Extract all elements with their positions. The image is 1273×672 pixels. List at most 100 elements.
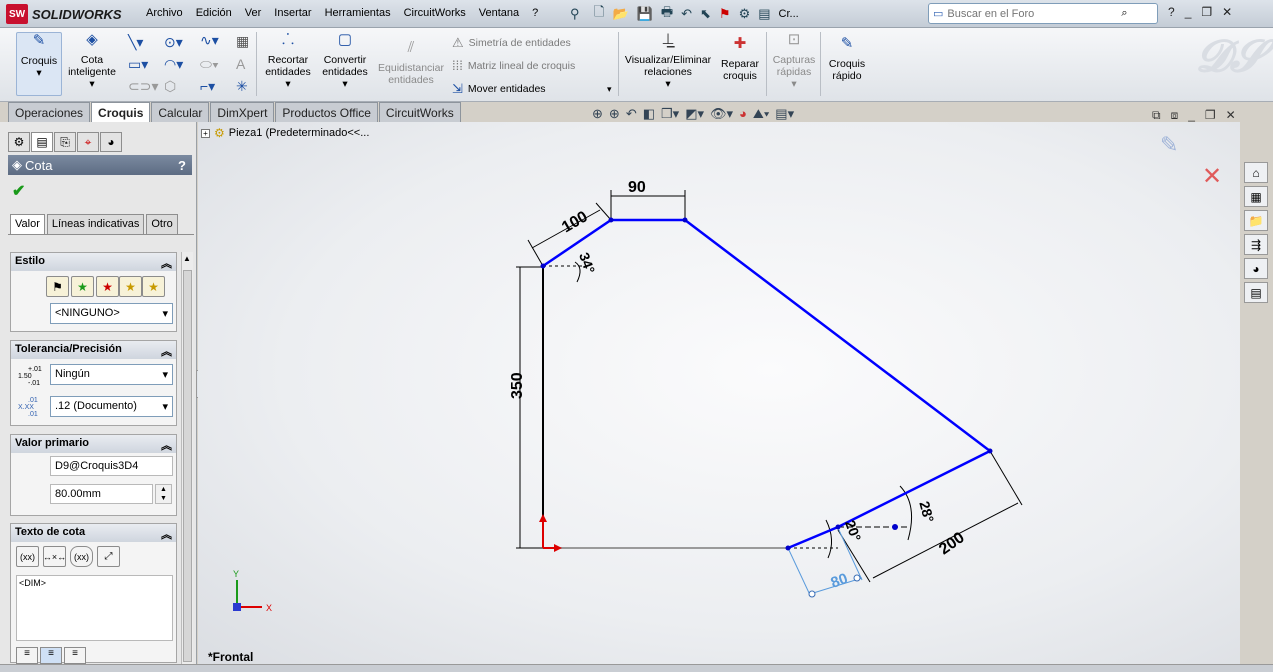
matriz-button[interactable]: ⁞⁞⁞ Matriz lineal de croquis bbox=[452, 58, 575, 73]
load-style-icon[interactable]: ★ bbox=[142, 276, 165, 297]
feature-manager-icon[interactable]: ⚙ bbox=[8, 132, 30, 152]
line-icon[interactable]: ╲▾ bbox=[128, 34, 143, 51]
select-icon[interactable]: ⬉ bbox=[700, 6, 711, 22]
restore-icon[interactable]: ❐ bbox=[1201, 5, 1212, 19]
precision-select[interactable]: .12 (Documento) ▾ bbox=[50, 396, 173, 417]
scene-icon[interactable]: ⛰▾ bbox=[753, 106, 769, 122]
simetria-button[interactable]: ⚠ Simetría de entidades bbox=[452, 35, 571, 51]
dim-20-deg[interactable]: 20° bbox=[842, 518, 864, 543]
custom-properties-icon[interactable]: ▤ bbox=[1244, 282, 1268, 303]
doc-restore-icon[interactable]: ❐ bbox=[1205, 108, 1216, 123]
tolerance-select[interactable]: Ningún ▾ bbox=[50, 364, 173, 385]
polygon-icon[interactable]: ⬡ bbox=[164, 78, 176, 95]
collapse-icon[interactable]: ︽ bbox=[161, 526, 172, 541]
apply-default-style-icon[interactable]: ⚑ bbox=[46, 276, 69, 297]
convertir-button[interactable]: ▢ Convertir entidades ▾ bbox=[318, 32, 372, 90]
parentheses-button[interactable]: (xx) bbox=[16, 546, 39, 567]
display-manager-icon[interactable]: ◕ bbox=[100, 132, 122, 152]
view-settings-icon[interactable]: ▤▾ bbox=[775, 106, 794, 122]
ellipse-icon[interactable]: ⬭▾ bbox=[200, 56, 219, 73]
view-orientation-icon[interactable]: ❒▾ bbox=[661, 106, 679, 122]
style-select[interactable]: <NINGUNO> ▾ bbox=[50, 303, 173, 324]
mover-dropdown-icon[interactable]: ▾ bbox=[607, 84, 612, 95]
close-icon[interactable]: ✕ bbox=[1222, 5, 1232, 19]
menu-help[interactable]: ? bbox=[532, 7, 538, 19]
text-icon[interactable]: A bbox=[236, 56, 245, 72]
sketch-blue-lines[interactable] bbox=[542, 218, 993, 550]
align-right-icon[interactable]: ≡ bbox=[64, 647, 86, 664]
undo-icon[interactable]: ↶ bbox=[681, 6, 692, 22]
add-style-icon[interactable]: ★ bbox=[71, 276, 94, 297]
pin-icon[interactable]: ⚲ bbox=[570, 4, 580, 24]
doc-minimize-icon[interactable]: _ bbox=[1188, 108, 1195, 123]
fillet-icon[interactable]: ⌐▾ bbox=[200, 78, 215, 95]
dim-350[interactable]: 350 bbox=[509, 372, 526, 399]
new-document-icon[interactable]: 🗋 bbox=[594, 3, 604, 25]
collapse-icon[interactable]: ︽ bbox=[161, 437, 172, 452]
print-icon[interactable]: 🖶 bbox=[661, 3, 673, 25]
spline-icon[interactable]: ∿▾ bbox=[200, 32, 219, 49]
design-library-icon[interactable]: ▦ bbox=[1244, 186, 1268, 207]
tab-otro[interactable]: Otro bbox=[146, 214, 178, 234]
mover-button[interactable]: ⇲ Mover entidades bbox=[452, 81, 546, 97]
dim-80-selected[interactable]: 80 bbox=[829, 570, 850, 592]
ok-check-icon[interactable]: ✔ bbox=[12, 181, 25, 201]
cota-inteligente-button[interactable]: ◈ Cota inteligente ▾ bbox=[66, 32, 118, 90]
rebuild-icon[interactable]: ⚑ bbox=[719, 6, 731, 22]
tab-lineas-indicativas[interactable]: Líneas indicativas bbox=[46, 214, 145, 234]
zoom-to-fit-icon[interactable]: ⊕ bbox=[592, 106, 603, 122]
minimize-icon[interactable]: _ bbox=[1185, 5, 1192, 19]
point-icon[interactable]: ✳ bbox=[236, 78, 248, 95]
tab-calcular[interactable]: Calcular bbox=[151, 102, 210, 122]
visualizar-relaciones-button[interactable]: ⊥̲ Visualizar/Eliminar relaciones ▾ bbox=[624, 32, 712, 90]
dim-28-deg[interactable]: 28° bbox=[916, 499, 937, 524]
arc-icon[interactable]: ◠▾ bbox=[164, 56, 183, 73]
tile-icon[interactable]: ⧉ bbox=[1152, 108, 1161, 123]
quick-label[interactable]: Cr... bbox=[779, 8, 799, 20]
menu-herramientas[interactable]: Herramientas bbox=[325, 7, 391, 19]
menu-ver[interactable]: Ver bbox=[245, 7, 262, 19]
section-view-icon[interactable]: ◧ bbox=[643, 106, 655, 122]
options-icon[interactable]: ⚙ bbox=[739, 6, 751, 22]
menu-edicion[interactable]: Edición bbox=[196, 7, 232, 19]
equidistanciar-button[interactable]: ⫽ Equidistanciar entidades bbox=[376, 40, 446, 86]
file-properties-icon[interactable]: ▤ bbox=[758, 6, 770, 22]
menu-ventana[interactable]: Ventana bbox=[479, 7, 519, 19]
search-input[interactable] bbox=[947, 7, 1118, 20]
property-manager-icon[interactable]: ▤ bbox=[31, 132, 53, 152]
display-style-icon[interactable]: ◩▾ bbox=[685, 106, 704, 122]
recortar-button[interactable]: ⸫ Recortar entidades ▾ bbox=[262, 32, 314, 90]
value-spinner[interactable]: ▲ ▼ bbox=[155, 484, 172, 504]
dim-100[interactable]: 100 bbox=[559, 208, 591, 236]
align-left-icon[interactable]: ≡ bbox=[16, 647, 38, 664]
tab-croquis[interactable]: Croquis bbox=[91, 102, 151, 122]
help-icon[interactable]: ? bbox=[1168, 5, 1175, 19]
hide-show-icon[interactable]: 👁▾ bbox=[710, 106, 733, 122]
dim-200[interactable]: 200 bbox=[936, 529, 968, 558]
croquis-button[interactable]: ✎ Croquis ▾ bbox=[16, 32, 62, 96]
doc-close-icon[interactable]: ✕ bbox=[1226, 108, 1236, 123]
scroll-thumb[interactable] bbox=[183, 270, 192, 662]
inspection-button[interactable]: (xx) bbox=[70, 546, 93, 567]
edit-appearance-icon[interactable]: ◕ bbox=[739, 106, 747, 122]
tab-valor[interactable]: Valor bbox=[10, 214, 45, 234]
collapse-icon[interactable]: ︽ bbox=[161, 343, 172, 358]
save-style-icon[interactable]: ★ bbox=[119, 276, 142, 297]
tab-productos-office[interactable]: Productos Office bbox=[275, 102, 378, 122]
dimxpert-manager-icon[interactable]: ⌖ bbox=[77, 132, 99, 152]
tab-dimxpert[interactable]: DimXpert bbox=[210, 102, 275, 122]
tab-operaciones[interactable]: Operaciones bbox=[8, 102, 91, 122]
dimension-text-area[interactable]: <DIM> bbox=[16, 575, 173, 641]
drag-handle[interactable] bbox=[853, 574, 861, 582]
view-palette-icon[interactable]: ⇶ bbox=[1244, 234, 1268, 255]
home-icon[interactable]: ⌂ bbox=[1244, 162, 1268, 183]
help-button[interactable]: ? bbox=[178, 158, 186, 173]
configuration-manager-icon[interactable]: ⎘ bbox=[54, 132, 76, 152]
dim-90[interactable]: 90 bbox=[628, 179, 646, 196]
menu-circuitworks[interactable]: CircuitWorks bbox=[404, 7, 466, 19]
slot-icon[interactable]: ⊂⊃▾ bbox=[128, 78, 159, 95]
croquis-rapido-button[interactable]: ✎ Croquis rápido bbox=[824, 36, 870, 82]
search-icon[interactable]: ⌕ bbox=[1121, 7, 1127, 20]
appearances-icon[interactable]: ◕ bbox=[1244, 258, 1268, 279]
menu-insertar[interactable]: Insertar bbox=[274, 7, 311, 19]
